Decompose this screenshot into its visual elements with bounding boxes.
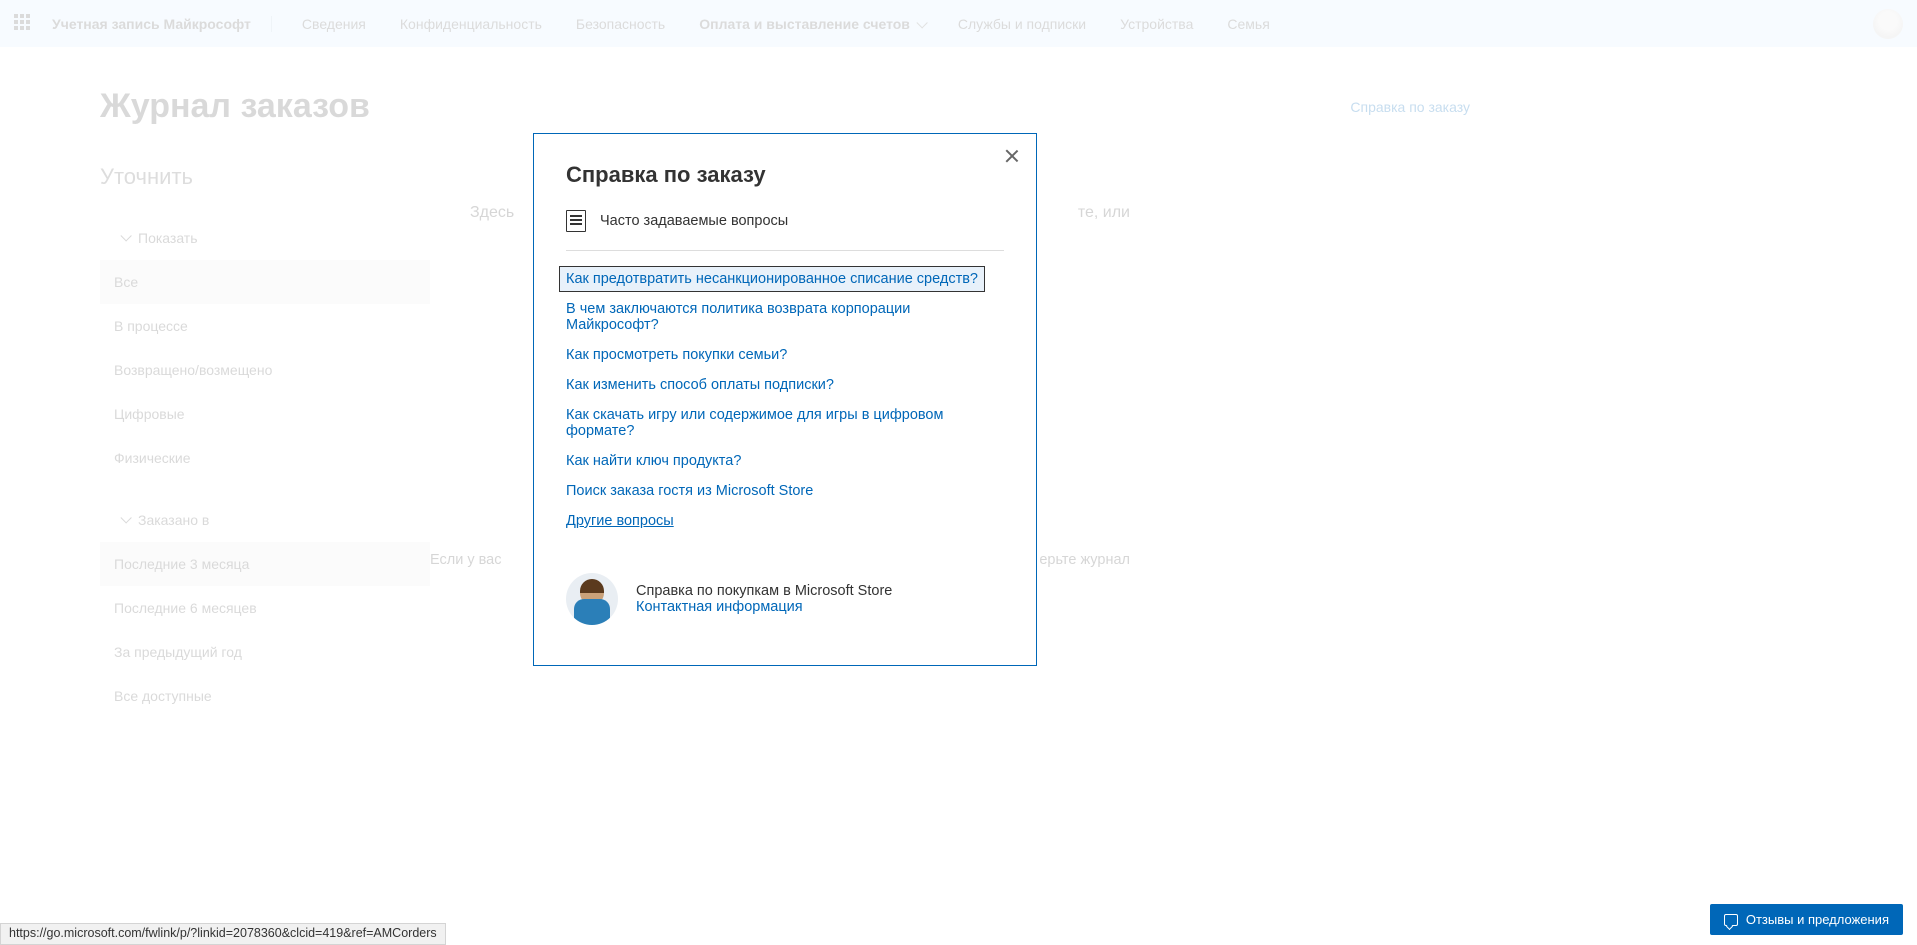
faq-link-more[interactable]: Другие вопросы [566,513,674,529]
faq-link-unauthorized-charges[interactable]: Как предотвратить несанкционированное сп… [560,267,984,291]
faq-link-download-game[interactable]: Как скачать игру или содержимое для игры… [566,407,1004,439]
faq-heading: Часто задаваемые вопросы [600,213,788,229]
chat-icon [1724,914,1738,926]
faq-link-refund-policy[interactable]: В чем заключаются политика возврата корп… [566,301,1004,333]
store-help-title: Справка по покупкам в Microsoft Store [636,583,892,599]
close-icon[interactable] [1004,148,1020,164]
faq-link-guest-order[interactable]: Поиск заказа гостя из Microsoft Store [566,483,813,499]
faq-link-family-purchases[interactable]: Как просмотреть покупки семьи? [566,347,787,363]
faq-link-change-payment[interactable]: Как изменить способ оплаты подписки? [566,377,834,393]
store-contact-link[interactable]: Контактная информация [636,599,803,615]
document-icon [566,210,586,232]
modal-title: Справка по заказу [566,162,1004,188]
browser-status-bar: https://go.microsoft.com/fwlink/p/?linki… [0,923,446,945]
feedback-button[interactable]: Отзывы и предложения [1710,904,1903,935]
order-help-modal: Справка по заказу Часто задаваемые вопро… [533,133,1037,666]
support-agent-icon [566,573,618,625]
faq-link-product-key[interactable]: Как найти ключ продукта? [566,453,741,469]
feedback-label: Отзывы и предложения [1746,912,1889,927]
